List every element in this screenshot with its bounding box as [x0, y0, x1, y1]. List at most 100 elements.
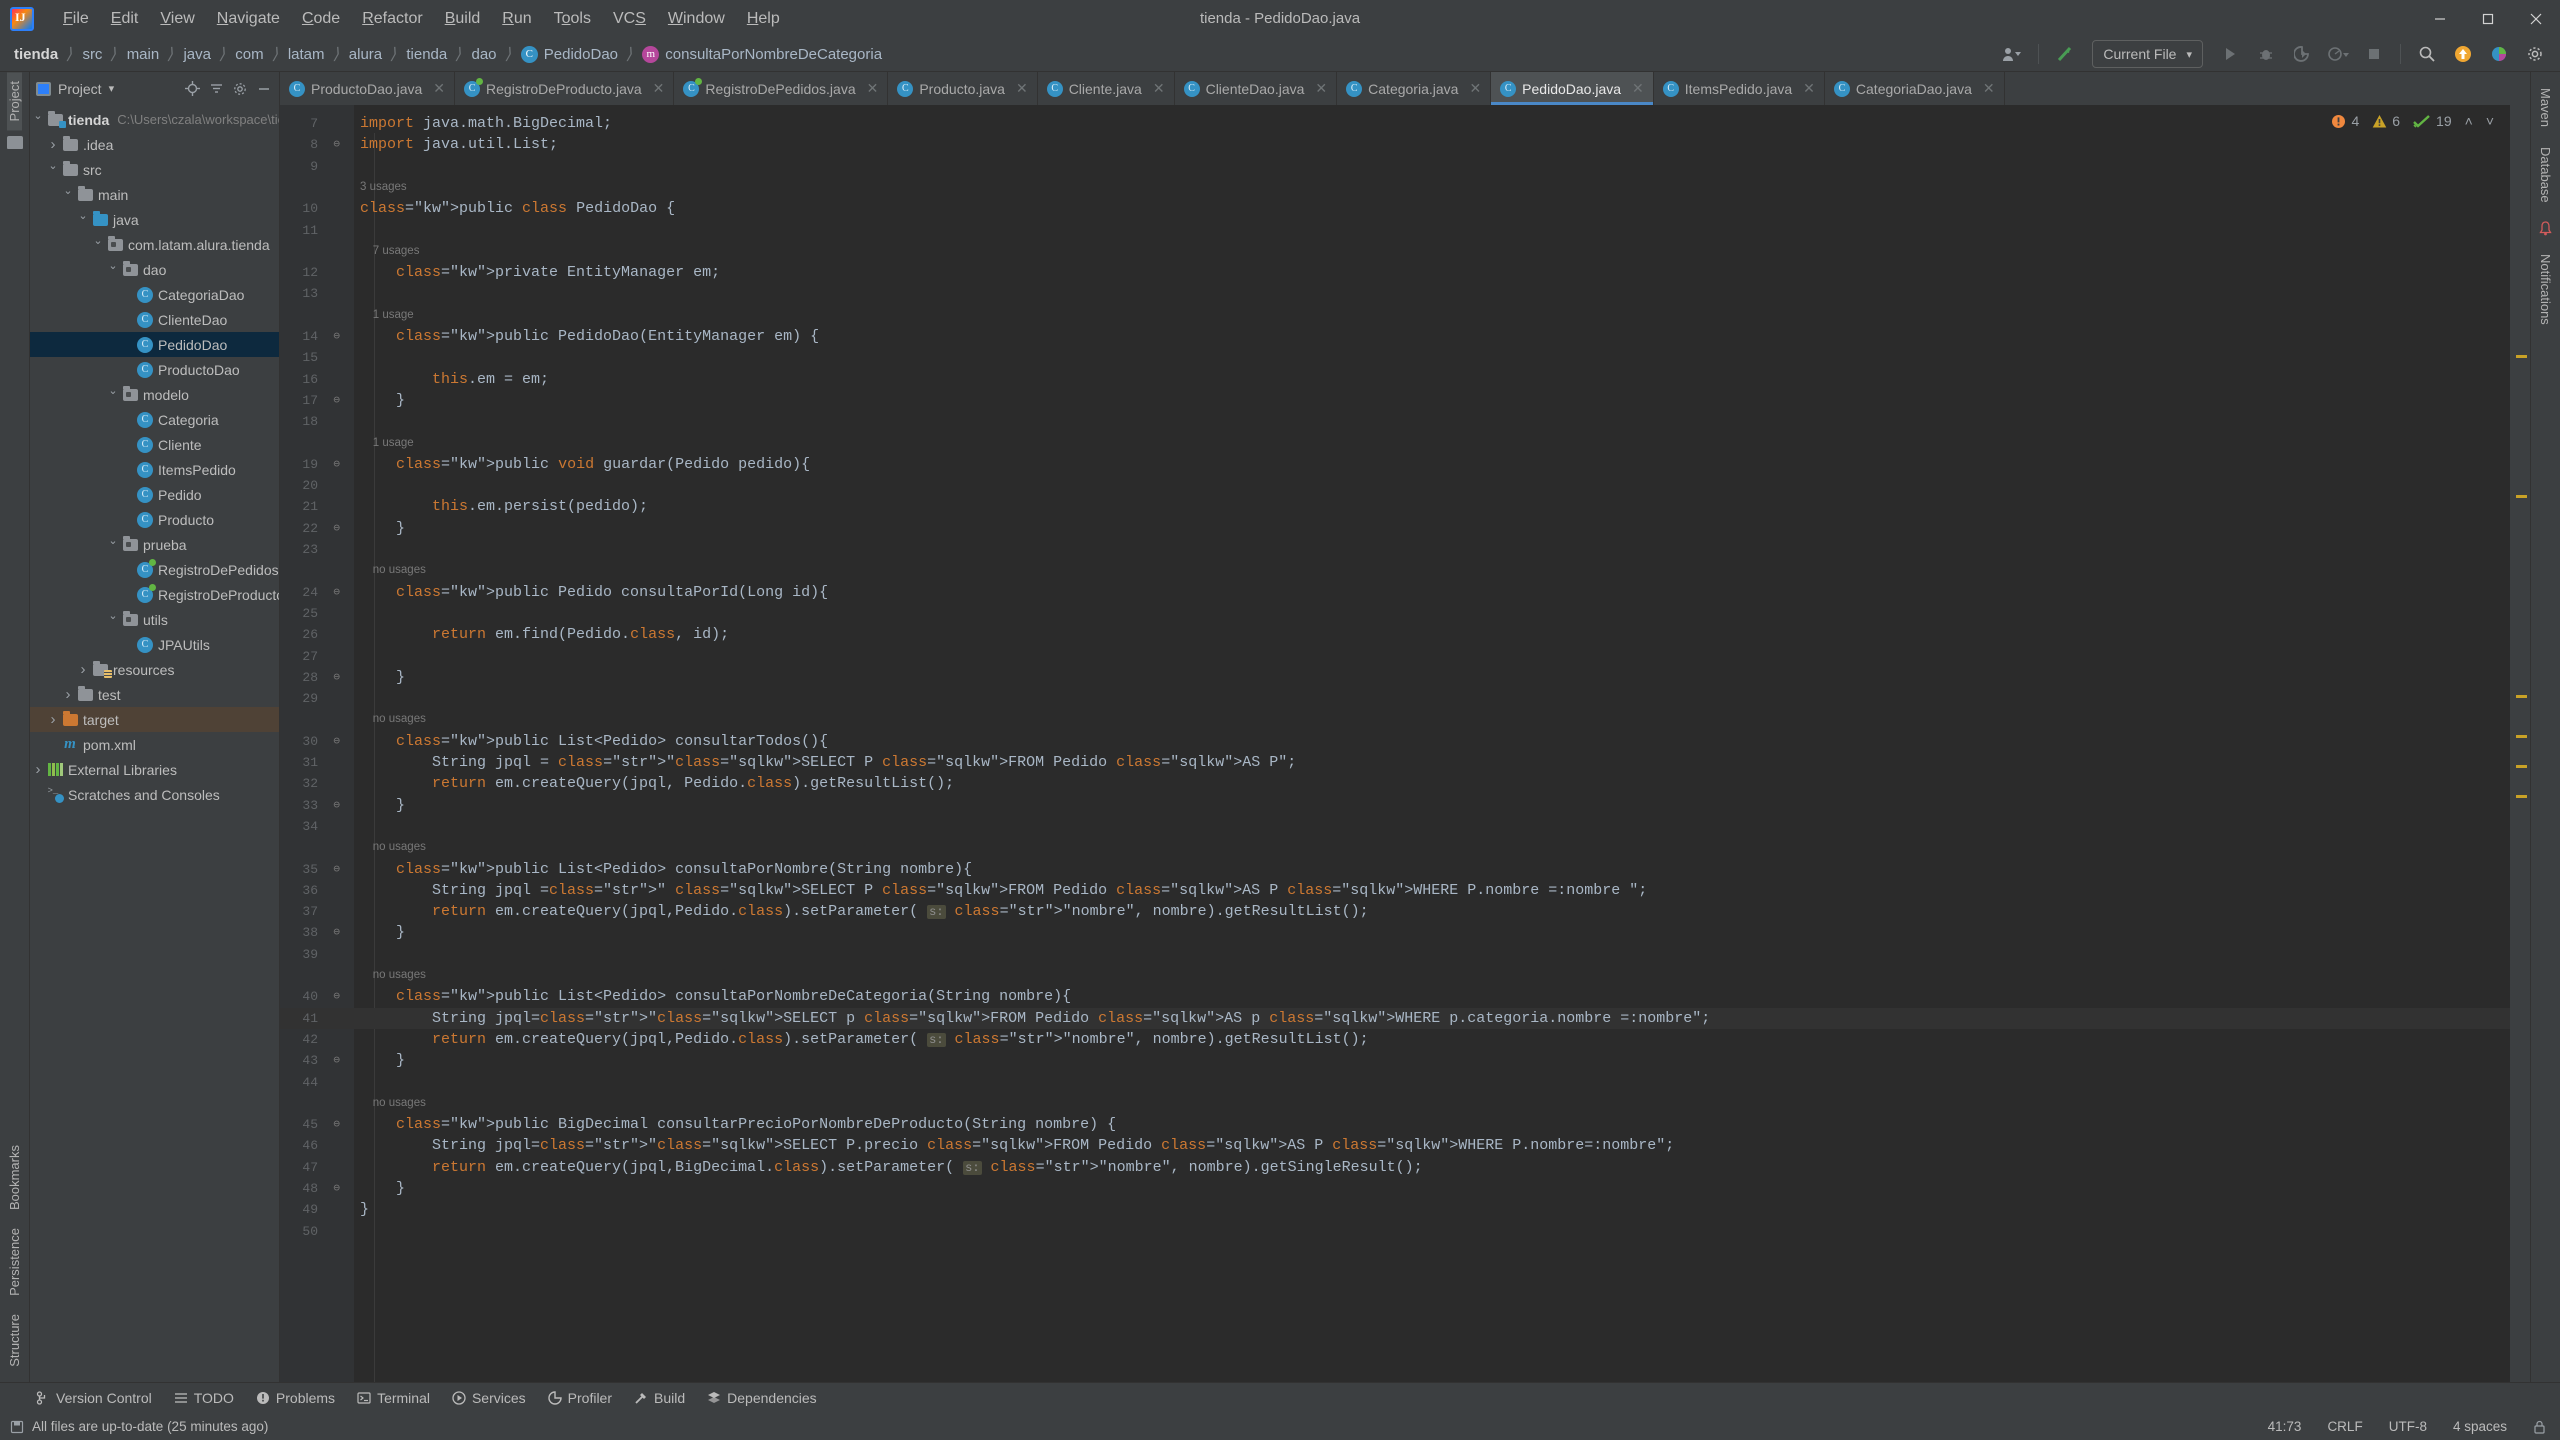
code-line[interactable]: class="kw">public List<Pedido> consultaP…	[360, 988, 1071, 1005]
updates-available-icon[interactable]	[2446, 39, 2480, 69]
breadcrumb-item-src[interactable]: src	[82, 46, 102, 63]
close-icon[interactable]: ✕	[653, 80, 665, 97]
code-line[interactable]: String jpql=class="str">"class="sqlkw">S…	[360, 1137, 1674, 1154]
code-line[interactable]: class="kw">public BigDecimal consultarPr…	[360, 1116, 1116, 1133]
run-icon[interactable]	[2213, 39, 2247, 69]
code-line[interactable]: return em.createQuery(jpql,Pedido.class)…	[360, 1031, 1369, 1048]
tree-node-modelo[interactable]: modelo	[30, 382, 279, 407]
code-folding-icon[interactable]: ⊖	[333, 798, 340, 812]
chevron-right-icon[interactable]	[75, 661, 91, 678]
tree-node-categoria[interactable]: C Categoria	[30, 407, 279, 432]
code-line[interactable]: String jpql = class="str">"class="sqlkw"…	[360, 754, 1296, 771]
ok-count-badge[interactable]: 19	[2413, 113, 2452, 129]
sidebar-item-maven[interactable]: Maven	[2538, 78, 2553, 137]
minimize-button[interactable]	[2416, 0, 2464, 37]
usage-hint[interactable]: 3 usages	[360, 181, 407, 193]
bottom-tool-problems[interactable]: Problems	[246, 1386, 345, 1410]
tree-node-jpautils[interactable]: C JPAUtils	[30, 632, 279, 657]
usage-hint[interactable]: 7 usages	[360, 245, 420, 257]
breadcrumb-item-alura[interactable]: alura	[349, 46, 382, 63]
tree-node-test[interactable]: test	[30, 682, 279, 707]
editor-tab-itemspedido-java[interactable]: C ItemsPedido.java ✕	[1654, 72, 1825, 105]
chevron-down-icon[interactable]	[105, 538, 121, 551]
editor-tab-pedidodao-java[interactable]: C PedidoDao.java ✕	[1491, 72, 1654, 105]
sidebar-item-notifications[interactable]: Notifications	[2538, 244, 2553, 335]
sidebar-item-structure[interactable]: Structure	[7, 1305, 22, 1376]
menu-item-file[interactable]: File	[52, 6, 100, 32]
code-folding-icon[interactable]: ⊖	[333, 1053, 340, 1067]
editor-gutter[interactable]: 7 8 ⊖ 9 10 11 12 13 14 ⊖ 15 16 17 ⊖ 18 19 ⊖ 20 21 22 ⊖ 23 24 ⊖ 2…	[280, 105, 354, 1382]
chevron-right-icon[interactable]	[30, 761, 46, 778]
menu-item-view[interactable]: View	[149, 6, 205, 32]
close-icon[interactable]: ✕	[1315, 80, 1327, 97]
code-line[interactable]: return em.find(Pedido.class, id);	[360, 626, 729, 643]
code-line[interactable]: import java.math.BigDecimal;	[360, 115, 612, 132]
maximize-button[interactable]	[2464, 0, 2512, 37]
chevron-down-icon[interactable]	[105, 388, 121, 401]
run-configuration-selector[interactable]: Current File ▾	[2092, 40, 2203, 68]
editor-tab-categoriadao-java[interactable]: C CategoriaDao.java ✕	[1825, 72, 2005, 105]
code-line[interactable]: String jpql =class="str">" class="sqlkw"…	[360, 882, 1647, 899]
bottom-tool-todo[interactable]: TODO	[164, 1386, 244, 1410]
code-line[interactable]: class="kw">private EntityManager em;	[360, 264, 720, 281]
tree-node-tienda[interactable]: tienda C:\Users\czala\workspace\tienda	[30, 107, 279, 132]
tree-node-prueba[interactable]: prueba	[30, 532, 279, 557]
editor-tab-categoria-java[interactable]: C Categoria.java ✕	[1337, 72, 1492, 105]
menu-item-refactor[interactable]: Refactor	[351, 6, 433, 32]
code-line[interactable]: return em.createQuery(jpql, Pedido.class…	[360, 775, 954, 792]
lock-icon[interactable]	[2533, 1420, 2546, 1434]
editor-tab-registrodeproducto-java[interactable]: C RegistroDeProducto.java ✕	[455, 72, 675, 105]
breadcrumb-item-tienda[interactable]: tienda	[14, 46, 58, 63]
code-folding-icon[interactable]: ⊖	[333, 734, 340, 748]
tree-node-productodao[interactable]: C ProductoDao	[30, 357, 279, 382]
notification-bell-icon[interactable]	[2538, 221, 2553, 236]
settings-icon[interactable]	[229, 78, 251, 100]
code-folding-icon[interactable]: ⊖	[333, 1181, 340, 1195]
code-line[interactable]: class="kw">public List<Pedido> consultaP…	[360, 861, 972, 878]
project-panel-title[interactable]: Project ▾	[36, 81, 114, 97]
chevron-right-icon[interactable]	[45, 711, 61, 728]
collapse-all-icon[interactable]	[205, 78, 227, 100]
code-line[interactable]: }	[360, 520, 405, 537]
bottom-tool-profiler[interactable]: Profiler	[538, 1386, 622, 1410]
menu-item-window[interactable]: Window	[657, 6, 736, 32]
tree-node-utils[interactable]: utils	[30, 607, 279, 632]
close-icon[interactable]: ✕	[433, 80, 445, 97]
usage-hint[interactable]: no usages	[360, 713, 426, 725]
editor-marker-bar[interactable]	[2510, 105, 2530, 1382]
code-line[interactable]: this.em.persist(pedido);	[360, 498, 648, 515]
menu-item-code[interactable]: Code	[291, 6, 351, 32]
file-encoding[interactable]: UTF-8	[2389, 1419, 2427, 1434]
tree-node-src[interactable]: src	[30, 157, 279, 182]
code-folding-icon[interactable]: ⊖	[333, 862, 340, 876]
bottom-tool-dependencies[interactable]: Dependencies	[697, 1386, 827, 1410]
usage-hint[interactable]: no usages	[360, 1097, 426, 1109]
code-line[interactable]: class="kw">public List<Pedido> consultar…	[360, 733, 828, 750]
tree-node-java[interactable]: java	[30, 207, 279, 232]
code-folding-icon[interactable]: ⊖	[333, 989, 340, 1003]
sidebar-item-database[interactable]: Database	[2538, 137, 2553, 213]
close-icon[interactable]: ✕	[1803, 80, 1815, 97]
tree-node-scratches-and-consoles[interactable]: Scratches and Consoles	[30, 782, 279, 807]
tree-node-itemspedido[interactable]: C ItemsPedido	[30, 457, 279, 482]
menu-item-build[interactable]: Build	[434, 6, 492, 32]
chevron-down-icon[interactable]	[60, 188, 76, 201]
code-line[interactable]: }	[360, 797, 405, 814]
code-folding-icon[interactable]: ⊖	[333, 329, 340, 343]
inspection-widget[interactable]: 4 6 19 ˄ ˅	[2331, 113, 2494, 129]
tree-node-external-libraries[interactable]: External Libraries	[30, 757, 279, 782]
code-folding-icon[interactable]: ⊖	[333, 1117, 340, 1131]
code-folding-icon[interactable]: ⊖	[333, 137, 340, 151]
profiler-icon[interactable]	[2321, 39, 2355, 69]
breadcrumb-item-tienda[interactable]: tienda	[406, 46, 447, 63]
chevron-down-icon[interactable]	[75, 213, 91, 226]
close-icon[interactable]: ✕	[1632, 80, 1644, 97]
tree-node-clientedao[interactable]: C ClienteDao	[30, 307, 279, 332]
hide-panel-icon[interactable]	[253, 78, 275, 100]
usage-hint[interactable]: no usages	[360, 969, 426, 981]
project-tree[interactable]: tienda C:\Users\czala\workspace\tienda.id…	[30, 105, 279, 1382]
close-icon[interactable]: ✕	[1983, 80, 1995, 97]
code-folding-icon[interactable]: ⊖	[333, 585, 340, 599]
code-line[interactable]: }	[360, 1201, 369, 1218]
breadcrumb-item-java[interactable]: java	[183, 46, 211, 63]
